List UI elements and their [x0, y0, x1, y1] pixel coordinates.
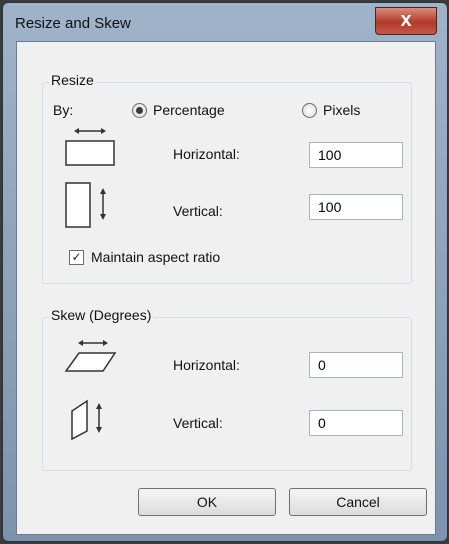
skew-vertical-label: Vertical: — [173, 415, 223, 431]
resize-vertical-input[interactable] — [309, 194, 403, 220]
resize-group-label: Resize — [49, 72, 96, 88]
resize-vertical-label: Vertical: — [173, 203, 223, 219]
resize-horizontal-input[interactable] — [309, 142, 403, 168]
dialog-title: Resize and Skew — [15, 15, 131, 32]
close-button[interactable]: x — [375, 7, 437, 35]
by-label: By: — [53, 102, 74, 118]
cancel-button[interactable]: Cancel — [289, 488, 427, 516]
resize-horizontal-icon — [65, 128, 115, 166]
resize-vertical-icon — [65, 182, 106, 228]
percentage-radio-label[interactable]: Percentage — [153, 102, 225, 118]
radio-selected-dot — [136, 107, 143, 114]
skew-vertical-input[interactable] — [309, 410, 403, 436]
resize-horizontal-label: Horizontal: — [173, 146, 240, 162]
ok-button[interactable]: OK — [138, 488, 276, 516]
pixels-radio-label[interactable]: Pixels — [323, 102, 360, 118]
skew-horizontal-label: Horizontal: — [173, 357, 240, 373]
skew-vertical-icon — [71, 399, 102, 441]
percentage-radio[interactable] — [132, 103, 147, 118]
pixels-radio[interactable] — [302, 103, 317, 118]
dialog-body: Resize By: Percentage Pixels Horizontal:… — [16, 41, 436, 535]
skew-group-label: Skew (Degrees) — [49, 307, 154, 323]
resize-skew-dialog: Resize and Skew x Resize By: Percentage … — [2, 2, 448, 542]
skew-horizontal-input[interactable] — [309, 352, 403, 378]
maintain-aspect-checkbox[interactable]: ✓ — [69, 250, 84, 265]
skew-horizontal-icon — [64, 340, 117, 372]
maintain-aspect-label[interactable]: Maintain aspect ratio — [91, 249, 220, 265]
